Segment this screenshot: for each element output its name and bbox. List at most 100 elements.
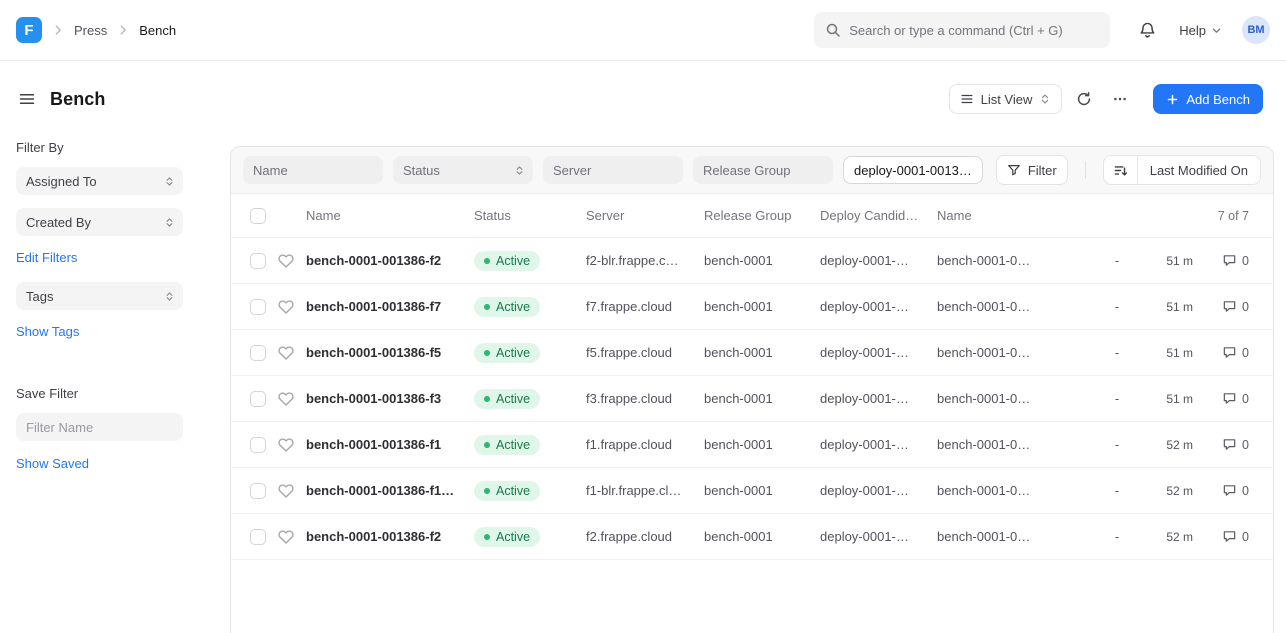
status-cell: Active [474,435,586,455]
row-checkbox[interactable] [250,483,266,499]
filter-button[interactable]: Filter [996,155,1068,185]
save-filter-label: Save Filter [16,386,214,401]
created-by-label: Created By [26,215,91,230]
chevron-up-down-icon [164,176,175,187]
comments-cell[interactable]: 0 [1193,483,1249,498]
row-checkbox[interactable] [250,529,266,545]
breadcrumb-bench[interactable]: Bench [139,23,176,38]
table-row[interactable]: bench-0001-001386-f2 Active f2-blr.frapp… [231,238,1273,284]
status-text: Active [496,254,530,268]
show-saved-link[interactable]: Show Saved [16,456,89,471]
status-cell: Active [474,297,586,317]
sidebar-toggle-button[interactable] [16,88,38,110]
comments-cell[interactable]: 0 [1193,345,1249,360]
table-row[interactable]: bench-0001-001386-f1 Active f1.frappe.cl… [231,422,1273,468]
table-row[interactable]: bench-0001-001386-f7 Active f7.frappe.cl… [231,284,1273,330]
status-filter-placeholder: Status [403,163,440,178]
chevron-up-down-icon [514,165,525,176]
created-by-select[interactable]: Created By [16,208,183,236]
comment-count: 0 [1242,530,1249,544]
chevron-up-down-icon [164,217,175,228]
status-dot-icon [484,534,490,540]
list-filter-bar: Status Filter [231,147,1273,194]
server-filter-input[interactable] [543,156,683,184]
row-checkbox[interactable] [250,345,266,361]
table-row[interactable]: bench-0001-001386-f2 Active f2.frappe.cl… [231,514,1273,560]
header-name2[interactable]: Name [937,208,1099,223]
comments-cell[interactable]: 0 [1193,391,1249,406]
status-cell: Active [474,527,586,547]
assigned-to-select[interactable]: Assigned To [16,167,183,195]
chevron-down-icon [1211,25,1222,36]
status-badge: Active [474,297,540,317]
comments-cell[interactable]: 0 [1193,299,1249,314]
frappe-logo[interactable]: F [16,17,42,43]
notifications-bell-button[interactable] [1136,19,1159,42]
header-deploy-candidate[interactable]: Deploy Candid… [820,208,937,223]
favorite-heart-icon[interactable] [278,483,294,499]
global-search-input[interactable]: Search or type a command (Ctrl + G) [814,12,1110,48]
favorite-heart-icon[interactable] [278,391,294,407]
row-checkbox[interactable] [250,391,266,407]
bell-icon [1138,21,1157,40]
bench-list-card: Status Filter [230,146,1274,633]
comment-bubble-icon [1222,253,1237,268]
more-options-button[interactable] [1106,85,1134,113]
edit-filters-link[interactable]: Edit Filters [16,250,77,265]
comments-cell[interactable]: 0 [1193,437,1249,452]
status-badge: Active [474,527,540,547]
server-cell: f2-blr.frappe.c… [586,253,704,268]
table-row[interactable]: bench-0001-001386-f5 Active f5.frappe.cl… [231,330,1273,376]
empty-value-cell: - [1099,345,1135,360]
row-checkbox[interactable] [250,437,266,453]
comment-bubble-icon [1222,391,1237,406]
status-badge: Active [474,343,540,363]
header-status[interactable]: Status [474,208,586,223]
empty-value-cell: - [1099,483,1135,498]
top-navbar: F Press Bench Search or type a command (… [0,0,1286,61]
favorite-heart-icon[interactable] [278,345,294,361]
list-view-selector-button[interactable]: List View [949,84,1063,114]
hamburger-menu-icon [18,90,36,108]
user-avatar[interactable]: BM [1242,16,1270,44]
chevron-right-icon [51,23,65,37]
table-row[interactable]: bench-0001-001386-f1… Active f1-blr.frap… [231,468,1273,514]
sort-direction-button[interactable] [1104,156,1138,184]
help-menu-button[interactable]: Help [1179,23,1222,38]
favorite-heart-icon[interactable] [278,299,294,315]
deploy-candidate-cell: deploy-0001-… [820,529,937,544]
filter-name-input[interactable] [16,413,183,441]
header-release-group[interactable]: Release Group [704,208,820,223]
favorite-heart-icon[interactable] [278,437,294,453]
comments-cell[interactable]: 0 [1193,529,1249,544]
refresh-button[interactable] [1070,85,1098,113]
comment-count: 0 [1242,484,1249,498]
status-dot-icon [484,396,490,402]
comments-cell[interactable]: 0 [1193,253,1249,268]
show-tags-link[interactable]: Show Tags [16,324,79,339]
add-bench-button[interactable]: Add Bench [1153,84,1263,114]
favorite-heart-icon[interactable] [278,529,294,545]
name-cell-secondary: bench-0001-0… [937,391,1099,406]
table-row[interactable]: bench-0001-001386-f3 Active f3.frappe.cl… [231,376,1273,422]
sort-control: Last Modified On [1103,155,1261,185]
tags-label: Tags [26,289,53,304]
last-modified-cell: 51 m [1135,254,1193,268]
table-body: bench-0001-001386-f2 Active f2-blr.frapp… [231,238,1273,560]
name-filter-input[interactable] [243,156,383,184]
select-all-checkbox[interactable] [250,208,266,224]
sort-field-button[interactable]: Last Modified On [1138,163,1260,178]
row-checkbox[interactable] [250,253,266,269]
breadcrumb-press[interactable]: Press [74,23,107,38]
row-checkbox[interactable] [250,299,266,315]
release-group-filter-input[interactable] [693,156,833,184]
deploy-candidate-cell: deploy-0001-… [820,391,937,406]
chevron-right-icon [116,23,130,37]
favorite-heart-icon[interactable] [278,253,294,269]
header-name[interactable]: Name [306,208,474,223]
header-server[interactable]: Server [586,208,704,223]
status-filter-select[interactable]: Status [393,156,533,184]
tags-select[interactable]: Tags [16,282,183,310]
deploy-candidate-filter-input[interactable] [843,156,983,184]
filter-button-label: Filter [1028,163,1057,178]
